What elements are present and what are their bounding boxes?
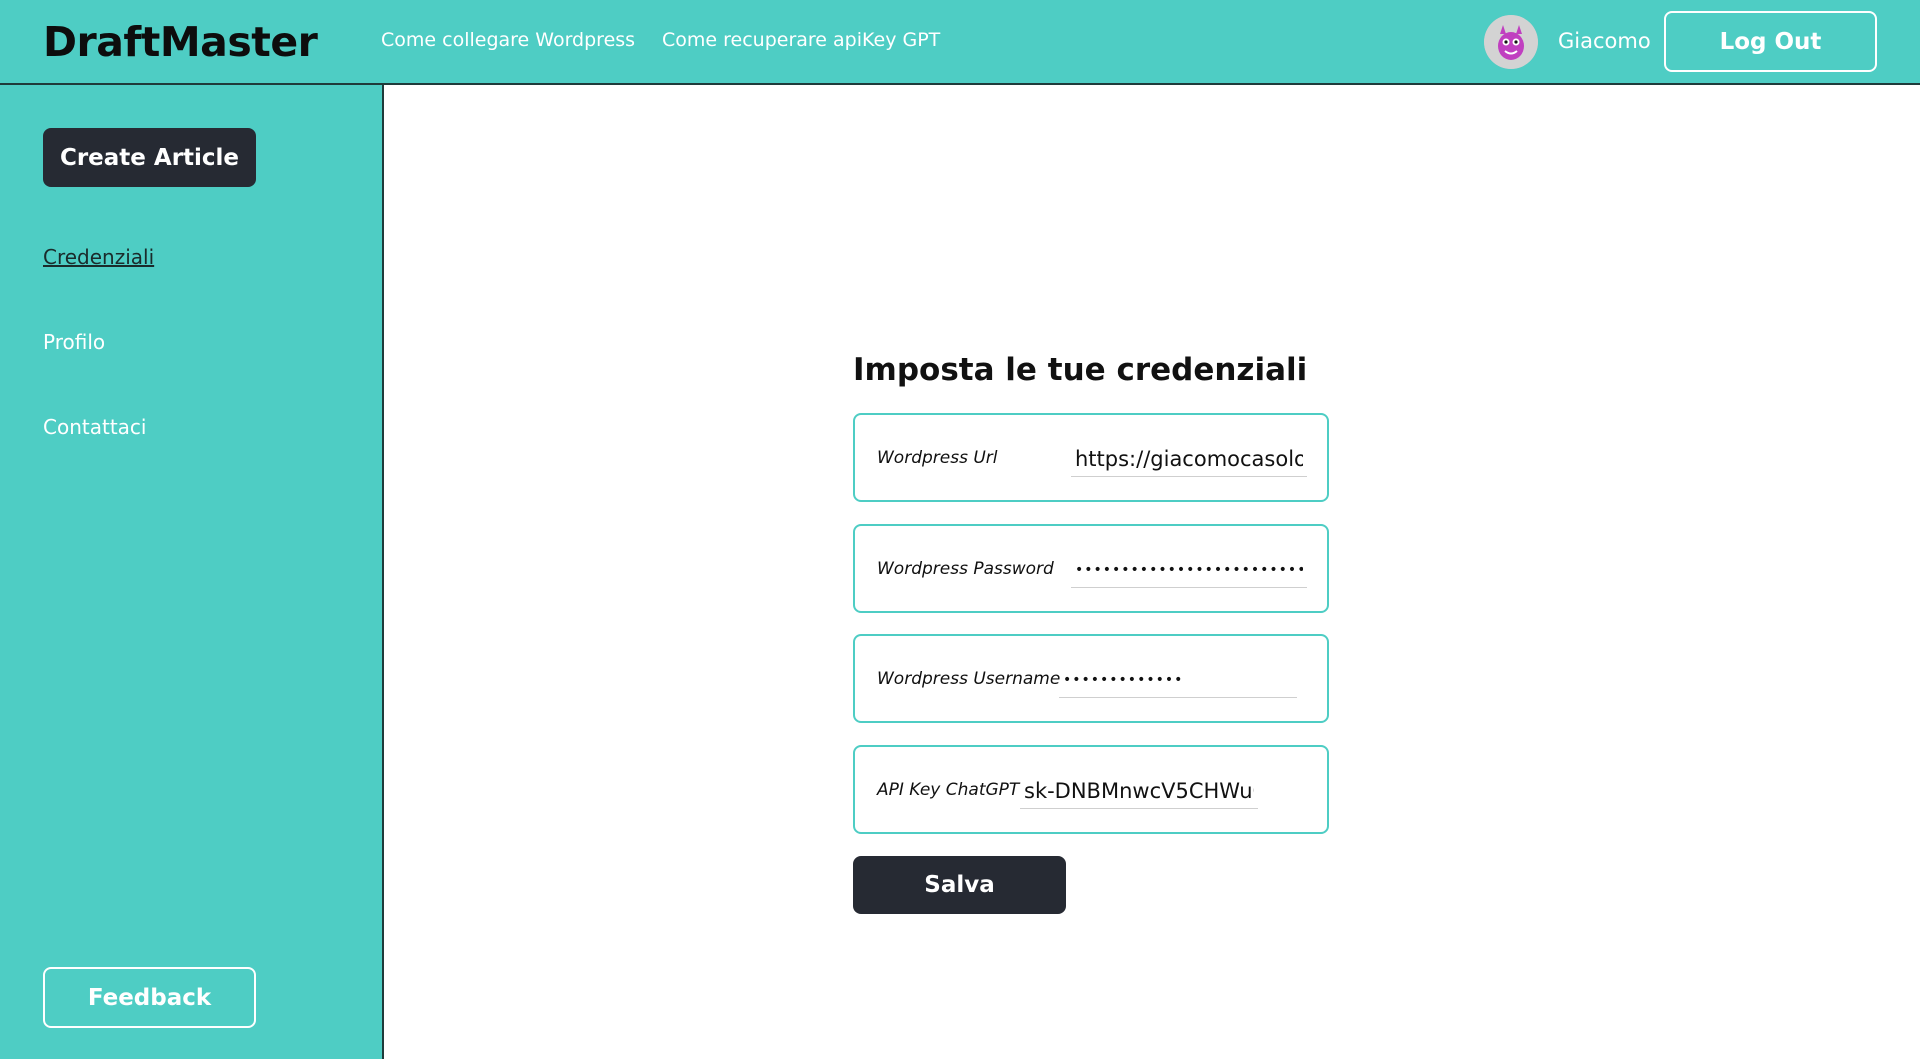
wordpress-username-card: Wordpress Username [853,634,1329,723]
wordpress-url-label: Wordpress Url [877,448,998,468]
main-content: Imposta le tue credenziali Wordpress Url… [386,87,1920,1059]
nav-link-recuperare-apikey[interactable]: Come recuperare apiKey GPT [662,29,940,51]
wordpress-password-card: Wordpress Password [853,524,1329,613]
wordpress-url-card: Wordpress Url [853,413,1329,502]
sidebar-item-contattaci[interactable]: Contattaci [43,415,146,439]
username: Giacomo [1558,29,1651,53]
sidebar-item-credenziali[interactable]: Credenziali [43,245,154,269]
sidebar: Create Article Credenziali Profilo Conta… [0,85,384,1059]
wordpress-password-input[interactable] [1071,552,1307,588]
save-button[interactable]: Salva [853,856,1066,914]
wordpress-password-label: Wordpress Password [877,559,1054,579]
wordpress-username-input[interactable] [1059,662,1297,698]
logout-button[interactable]: Log Out [1664,11,1877,72]
top-navbar: DraftMaster Come collegare Wordpress Com… [0,0,1920,85]
brand-logo[interactable]: DraftMaster [43,18,318,66]
monster-avatar-icon [1484,15,1538,69]
avatar[interactable] [1484,15,1538,69]
nav-link-collegare-wordpress[interactable]: Come collegare Wordpress [381,29,635,51]
api-key-card: API Key ChatGPT [853,745,1329,834]
feedback-button[interactable]: Feedback [43,967,256,1028]
api-key-label: API Key ChatGPT [877,780,1020,800]
page-title: Imposta le tue credenziali [853,352,1308,388]
wordpress-url-input[interactable] [1071,441,1307,477]
create-article-button[interactable]: Create Article [43,128,256,187]
wordpress-username-label: Wordpress Username [877,669,1061,689]
api-key-input[interactable] [1020,773,1258,809]
sidebar-item-profilo[interactable]: Profilo [43,330,105,354]
